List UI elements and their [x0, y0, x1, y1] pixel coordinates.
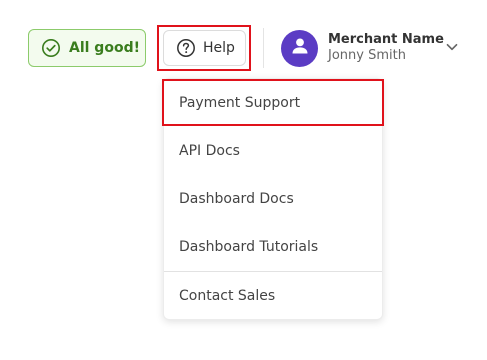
menu-item-dashboard-docs[interactable]: Dashboard Docs [164, 175, 382, 223]
header-divider [263, 28, 264, 68]
chevron-down-icon[interactable] [445, 39, 459, 53]
user-name: Jonny Smith [328, 48, 406, 63]
avatar [281, 29, 318, 67]
merchant-name: Merchant Name [328, 31, 444, 47]
user-info: Merchant Name Jonny Smith [328, 32, 444, 65]
payment-support-highlight [162, 79, 384, 126]
help-button-highlight [157, 25, 251, 71]
menu-item-contact-sales[interactable]: Contact Sales [164, 272, 382, 320]
status-badge: All good! [28, 29, 146, 67]
header-area: All good! Help Merchant Name Jonny Smith… [0, 0, 487, 360]
user-icon [290, 36, 310, 60]
menu-item-api-docs[interactable]: API Docs [164, 127, 382, 175]
check-circle-icon [41, 38, 61, 58]
status-text: All good! [69, 40, 140, 56]
menu-item-dashboard-tutorials[interactable]: Dashboard Tutorials [164, 223, 382, 271]
user-menu-toggle[interactable]: Merchant Name Jonny Smith [281, 28, 471, 68]
